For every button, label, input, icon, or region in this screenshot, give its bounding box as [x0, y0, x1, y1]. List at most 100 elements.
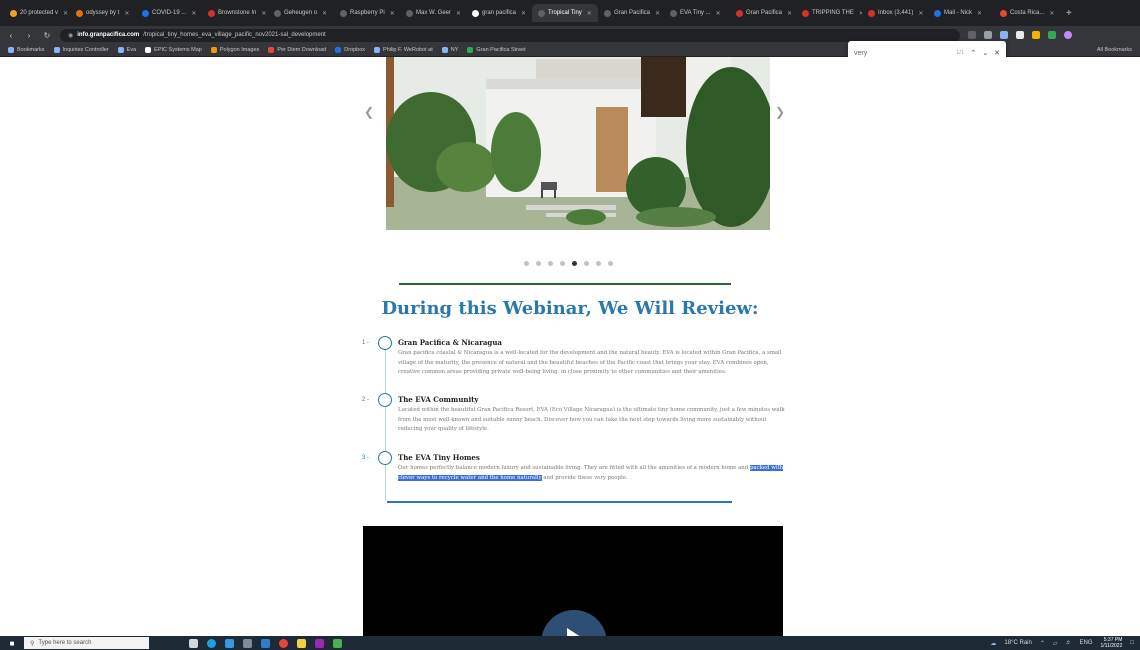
extension-icon[interactable]	[1016, 31, 1024, 39]
forward-icon[interactable]: ›	[24, 31, 34, 40]
close-icon[interactable]: ✕	[994, 49, 1000, 57]
site-info-icon[interactable]: ◉	[68, 32, 73, 39]
tab-close-icon[interactable]: ✕	[977, 10, 982, 17]
tab-close-icon[interactable]: ✕	[456, 10, 461, 17]
tab-close-icon[interactable]: ✕	[655, 10, 660, 17]
browser-tab[interactable]: Raspberry Pi ✕	[334, 4, 400, 22]
tab-close-icon[interactable]: ✕	[521, 10, 526, 17]
new-tab-button[interactable]: +	[1060, 4, 1078, 22]
search-icon: ⚲	[30, 640, 35, 647]
carousel-dot[interactable]	[584, 261, 589, 266]
calculator-icon[interactable]	[243, 638, 252, 648]
find-input[interactable]: very	[854, 50, 950, 57]
weather-text[interactable]: 18°C Rain	[1004, 640, 1031, 646]
tab-close-icon[interactable]: ✕	[390, 10, 395, 17]
clock[interactable]: 5:37 PM 1/11/2022	[1101, 637, 1123, 649]
browser-tab[interactable]: Costa Rica... ✕	[994, 4, 1060, 22]
snip-icon[interactable]	[333, 638, 342, 648]
carousel-dot[interactable]	[548, 261, 553, 266]
photos-icon[interactable]	[315, 638, 324, 648]
mail-icon[interactable]	[261, 638, 270, 648]
carousel-prev-icon[interactable]: ❮	[364, 105, 374, 119]
bookmark-item[interactable]: EPIC Systems Map	[145, 47, 202, 53]
tab-close-icon[interactable]: ✕	[191, 10, 196, 17]
chevron-down-icon[interactable]: ⌄	[982, 49, 988, 57]
carousel-next-icon[interactable]: ❯	[775, 105, 785, 119]
tab-label: 20 protected v	[20, 10, 59, 16]
browser-tab[interactable]: Mail - Nick ✕	[928, 4, 994, 22]
url-host: info.granpacifica.com	[77, 32, 140, 38]
browser-tab[interactable]: COVID-19 ... ✕	[136, 4, 202, 22]
carousel-dot[interactable]	[560, 261, 565, 266]
browser-tab[interactable]: TRIPPING THE ✕	[796, 4, 862, 22]
bookmark-item[interactable]: Philip F. WeRobot at	[374, 47, 433, 53]
reload-icon[interactable]: ↻	[42, 31, 52, 40]
edge-icon[interactable]	[207, 638, 216, 648]
extension-icon[interactable]	[1000, 31, 1008, 39]
bookmark-item[interactable]: Per Diem Download	[268, 47, 326, 53]
tab-favicon-icon	[670, 9, 677, 17]
bookmark-item[interactable]: Bookmarks	[8, 47, 45, 53]
chevron-up-icon[interactable]: ⌃	[970, 49, 976, 57]
bookmark-item[interactable]: Gran Pacifica Street	[467, 47, 526, 53]
extension-icon[interactable]	[1048, 31, 1056, 39]
language-indicator[interactable]: ENG	[1079, 640, 1092, 646]
browser-tab[interactable]: Gran Pacifica ✕	[730, 4, 796, 22]
bookmark-item[interactable]: Polygon Images	[210, 47, 260, 53]
tab-close-icon[interactable]: ✕	[322, 10, 327, 17]
carousel-dot[interactable]	[524, 261, 529, 266]
tab-close-icon[interactable]: ✕	[261, 10, 266, 17]
video-player[interactable]	[363, 526, 783, 636]
tab-close-icon[interactable]: ✕	[63, 10, 68, 17]
bookmark-label: Polygon Images	[219, 47, 260, 53]
bookmark-item[interactable]: Inquiries Controller	[53, 47, 109, 53]
tab-label: Inbox (3,441)	[878, 10, 914, 16]
task-view-icon[interactable]	[189, 638, 198, 648]
weather-icon[interactable]: ☁	[990, 640, 996, 647]
store-icon[interactable]	[225, 638, 234, 648]
tab-close-icon[interactable]: ✕	[918, 10, 923, 17]
carousel-dot[interactable]	[572, 261, 577, 266]
taskbar-search[interactable]: ⚲ Type here to search	[24, 637, 149, 649]
circle-icon	[378, 451, 392, 465]
tab-close-icon[interactable]: ✕	[124, 10, 129, 17]
profile-icon[interactable]	[1064, 31, 1072, 39]
tab-close-icon[interactable]: ✕	[716, 10, 721, 17]
bookmark-item[interactable]: NY	[441, 47, 458, 53]
chrome-icon[interactable]	[279, 638, 288, 648]
sticky-notes-icon[interactable]	[297, 638, 306, 648]
browser-tab[interactable]: EVA Tiny ... ✕	[664, 4, 730, 22]
browser-tab[interactable]: gran pacifica ✕	[466, 4, 532, 22]
play-button[interactable]	[541, 610, 607, 636]
bookmark-icon	[335, 47, 342, 53]
chevron-up-icon[interactable]: ⌃	[1040, 640, 1045, 647]
volume-icon[interactable]: ♬	[1065, 640, 1071, 646]
address-bar[interactable]: ◉ info.granpacifica.com/tropical_tiny_ho…	[60, 28, 960, 42]
page-content: ❮ ❯ During this Webinar, We Will Review:…	[0, 57, 1140, 636]
browser-tab[interactable]: Inbox (3,441) ✕	[862, 4, 928, 22]
browser-tab[interactable]: Gran Pacifica ✕	[598, 4, 664, 22]
star-icon[interactable]	[984, 31, 992, 39]
share-icon[interactable]	[968, 31, 976, 39]
tab-close-icon[interactable]: ✕	[1049, 10, 1054, 17]
browser-tab[interactable]: 20 protected v ✕	[4, 4, 70, 22]
all-bookmarks-folder[interactable]: All Bookmarks	[1097, 47, 1132, 53]
tab-close-icon[interactable]: ✕	[587, 10, 592, 17]
tab-close-icon[interactable]: ✕	[787, 10, 792, 17]
carousel-dot[interactable]	[596, 261, 601, 266]
bookmark-item[interactable]: Eva	[117, 47, 136, 53]
carousel-dot[interactable]	[608, 261, 613, 266]
notification-icon[interactable]: □	[1130, 640, 1134, 646]
item-title: The EVA Community	[398, 395, 479, 404]
browser-tab[interactable]: Geheugen o ✕	[268, 4, 334, 22]
network-icon[interactable]: ▱	[1053, 640, 1058, 647]
back-icon[interactable]: ‹	[6, 31, 16, 40]
extension-icon[interactable]	[1032, 31, 1040, 39]
carousel-dot[interactable]	[536, 261, 541, 266]
windows-start-icon[interactable]: ■	[4, 637, 20, 649]
bookmark-item[interactable]: Dropbox	[335, 47, 365, 53]
browser-tab[interactable]: Tropical Tiny ✕	[532, 4, 598, 22]
browser-tab[interactable]: odyssey by t ✕	[70, 4, 136, 22]
browser-tab[interactable]: Brownstone In ✕	[202, 4, 268, 22]
browser-tab[interactable]: Max W. Geer ✕	[400, 4, 466, 22]
